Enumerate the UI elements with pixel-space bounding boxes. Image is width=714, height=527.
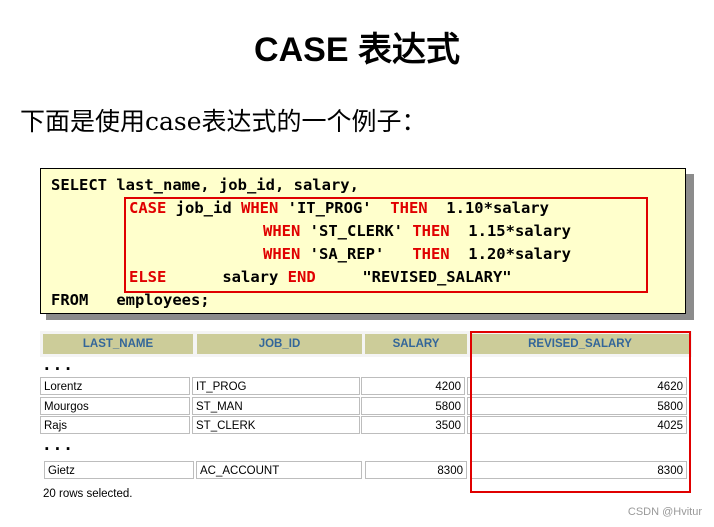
intro-text: 下面是使用case表达式的一个例子： bbox=[20, 107, 427, 136]
cell-salary: 4200 bbox=[361, 377, 465, 395]
cell-last-name: Mourgos bbox=[40, 397, 190, 415]
cell-job-id: IT_PROG bbox=[192, 377, 360, 395]
cell-job-id: AC_ACCOUNT bbox=[196, 461, 362, 479]
rows-selected-text: 20 rows selected. bbox=[43, 488, 133, 500]
watermark: CSDN @Hvitur bbox=[627, 506, 702, 518]
slide-title: CASE 表达式 bbox=[254, 31, 460, 69]
code-line-select: SELECT last_name, job_id, salary, bbox=[51, 176, 359, 194]
case-highlight-box bbox=[124, 197, 648, 293]
ellipsis-bottom: ... bbox=[42, 435, 74, 454]
cell-last-name: Gietz bbox=[44, 461, 194, 479]
from-table: employees; bbox=[88, 291, 210, 309]
ellipsis-top: ... bbox=[42, 355, 74, 374]
header-job-id: JOB_ID bbox=[197, 334, 362, 354]
cell-job-id: ST_MAN bbox=[192, 397, 360, 415]
cell-last-name: Lorentz bbox=[40, 377, 190, 395]
cell-last-name: Rajs bbox=[40, 416, 190, 434]
cell-salary: 3500 bbox=[361, 416, 465, 434]
header-last-name: LAST_NAME bbox=[43, 334, 193, 354]
cell-salary: 5800 bbox=[361, 397, 465, 415]
header-salary: SALARY bbox=[365, 334, 467, 354]
cell-salary: 8300 bbox=[365, 461, 467, 479]
revised-salary-highlight-box bbox=[470, 331, 691, 493]
cell-job-id: ST_CLERK bbox=[192, 416, 360, 434]
from-keyword: FROM bbox=[51, 291, 89, 309]
